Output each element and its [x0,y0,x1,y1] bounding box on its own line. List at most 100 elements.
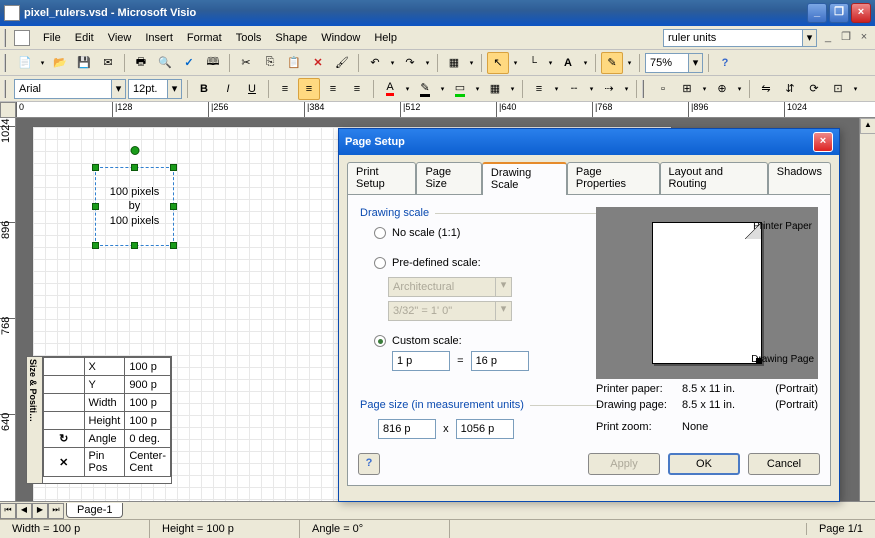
dialog-tab-drawing-scale[interactable]: Drawing Scale [482,162,567,195]
selected-shape[interactable]: 100 pixels by 100 pixels [95,167,174,246]
close-button[interactable]: × [851,3,871,23]
redo-button[interactable]: ↷ [399,52,421,74]
menu-window[interactable]: Window [314,30,367,46]
zoom-input[interactable] [645,53,689,73]
sizepos-value[interactable]: 0 deg. [125,430,171,448]
paste-button[interactable]: 📋 [283,52,305,74]
line-ends-button[interactable]: ⇢ [598,78,620,100]
ink-drop[interactable]: ▾ [625,52,634,74]
size-input[interactable] [128,79,168,99]
angle-icon[interactable]: ↻ [44,430,85,448]
pin-icon[interactable]: ✕ [44,448,85,477]
resize-handle-s[interactable] [131,242,138,249]
line-color-button[interactable]: ✎ [414,78,436,100]
resize-handle-n[interactable] [131,164,138,171]
email-button[interactable]: ✉ [97,52,119,74]
ok-button[interactable]: OK [668,453,740,475]
minimize-button[interactable]: _ [807,3,827,23]
custom-scale-b-input[interactable] [471,351,529,371]
zoom-drop[interactable]: ▾ [689,53,703,73]
custom-radio[interactable] [374,335,386,347]
bold-button[interactable]: B [193,78,215,100]
predefined-radio-row[interactable]: Pre-defined scale: [374,257,600,269]
dialog-titlebar[interactable]: Page Setup × [339,129,839,155]
menu-format[interactable]: Format [180,30,229,46]
line-ends-drop[interactable]: ▾ [622,78,631,100]
text-tool-button[interactable]: A [557,52,579,74]
menu-tools[interactable]: Tools [229,30,269,46]
first-page-button[interactable]: ⏮ [0,503,16,519]
text-bg-button[interactable]: ▦ [484,78,506,100]
connect-drop[interactable]: ▾ [735,78,744,100]
menu-edit[interactable]: Edit [68,30,101,46]
sizepos-value[interactable]: 900 p [125,376,171,394]
group-button[interactable]: ⊡ [827,78,849,100]
new-drop[interactable]: ▾ [38,52,47,74]
menu-insert[interactable]: Insert [138,30,180,46]
resize-handle-nw[interactable] [92,164,99,171]
align-left-button[interactable]: ≡ [274,78,296,100]
group-drop[interactable]: ▾ [851,78,860,100]
connect-shapes-button[interactable]: ⊕ [711,78,733,100]
resize-handle-e[interactable] [170,203,177,210]
no-scale-radio-row[interactable]: No scale (1:1) [374,227,600,239]
horizontal-ruler[interactable]: 0|128|256|384|512|640|768|89610241152 [16,102,875,118]
dialog-tab-page-properties[interactable]: Page Properties [567,162,660,195]
new-button[interactable]: 📄 [14,52,36,74]
page-tab[interactable]: Page-1 [66,503,123,518]
sizepos-value[interactable]: Center-Cent [125,448,171,477]
copy-button[interactable]: ⎘ [259,52,281,74]
page-height-input[interactable] [456,419,514,439]
dialog-tab-layout-and-routing[interactable]: Layout and Routing [660,162,768,195]
sizepos-value[interactable]: 100 p [125,358,171,376]
flip-v-button[interactable]: ⇵ [779,78,801,100]
toolbar-handle[interactable] [4,80,10,98]
custom-scale-a-input[interactable] [392,351,450,371]
maximize-button[interactable]: ❐ [829,3,849,23]
undo-button[interactable]: ↶ [364,52,386,74]
font-color-button[interactable]: A [379,78,401,100]
fill-color-button[interactable]: ▭ [449,78,471,100]
save-button[interactable]: 💾 [73,52,95,74]
menu-view[interactable]: View [101,30,139,46]
font-combo[interactable]: ▾ [14,79,126,99]
align-shapes-button[interactable]: ▫ [652,78,674,100]
menu-shape[interactable]: Shape [268,30,314,46]
shapes-drop[interactable]: ▾ [467,52,476,74]
no-scale-radio[interactable] [374,227,386,239]
resize-handle-se[interactable] [170,242,177,249]
last-page-button[interactable]: ⏭ [48,503,64,519]
toolbar-handle[interactable] [4,29,10,47]
print-button[interactable]: 🖶 [130,52,152,74]
cut-button[interactable]: ✂ [235,52,257,74]
predefined-radio[interactable] [374,257,386,269]
print-preview-button[interactable]: 🔍 [154,52,176,74]
dialog-tab-print-setup[interactable]: Print Setup [347,162,416,195]
apply-button[interactable]: Apply [588,453,660,475]
sizepos-value[interactable]: 100 p [125,394,171,412]
ruler-corner[interactable] [0,102,16,118]
align-right-button[interactable]: ≡ [322,78,344,100]
page-width-input[interactable] [378,419,436,439]
cancel-button[interactable]: Cancel [748,453,820,475]
research-button[interactable]: 🕮 [202,52,224,74]
fill-color-drop[interactable]: ▾ [473,78,482,100]
ink-tool-button[interactable]: ✎ [601,52,623,74]
next-page-button[interactable]: ▶ [32,503,48,519]
shapes-window-button[interactable]: ▦ [443,52,465,74]
scroll-up-button[interactable]: ▲ [860,118,875,134]
line-weight-drop[interactable]: ▾ [552,78,561,100]
help-search-drop[interactable]: ▾ [803,29,817,47]
font-input[interactable] [14,79,112,99]
line-weight-button[interactable]: ≡ [528,78,550,100]
mdi-close[interactable]: × [857,31,871,45]
toolbar-handle[interactable] [642,80,648,98]
help-button[interactable]: ? [714,52,736,74]
distribute-drop[interactable]: ▾ [700,78,709,100]
sizepos-value[interactable]: 100 p [125,412,171,430]
vertical-scrollbar[interactable]: ▲ ▼ [859,118,875,519]
mdi-restore[interactable]: ❐ [839,31,853,45]
line-color-drop[interactable]: ▾ [438,78,447,100]
redo-drop[interactable]: ▾ [423,52,432,74]
pointer-tool-button[interactable]: ↖ [487,52,509,74]
